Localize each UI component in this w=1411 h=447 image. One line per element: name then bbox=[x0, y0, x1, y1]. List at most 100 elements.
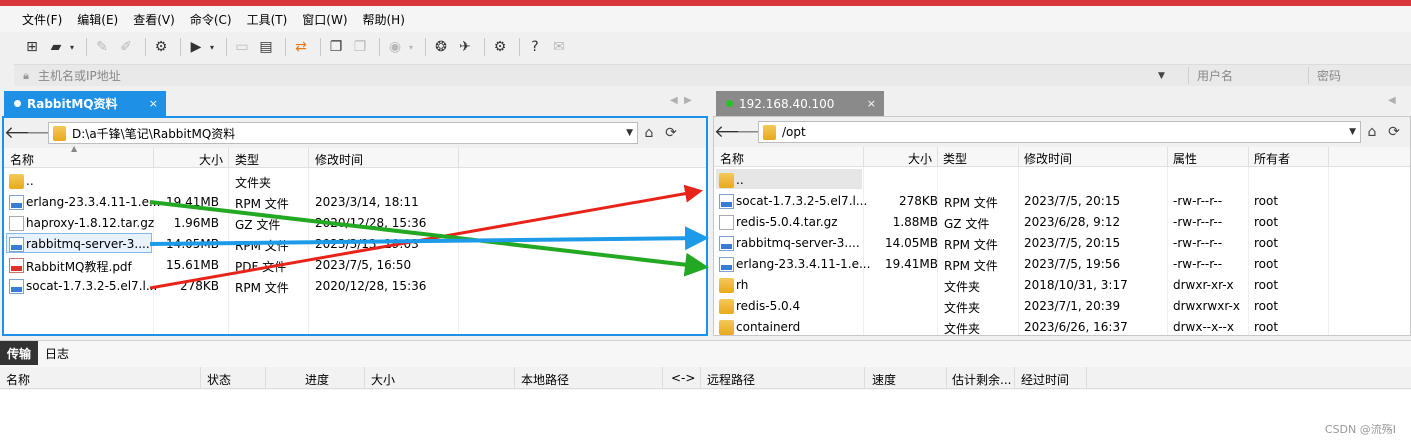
clipboard-icon[interactable]: ❐ bbox=[326, 37, 346, 57]
transfer-col-remote-path[interactable]: 远程路径 bbox=[707, 371, 755, 388]
chevron-down-icon[interactable]: ▾ bbox=[406, 37, 416, 57]
terminal-icon[interactable]: ▶ bbox=[186, 37, 206, 57]
transfer-col-speed[interactable]: 速度 bbox=[872, 371, 896, 388]
gear-icon[interactable]: ⚙ bbox=[490, 37, 510, 57]
transfer-col-elapsed[interactable]: 经过时间 bbox=[1021, 371, 1069, 388]
transfer-col-direction[interactable]: <-> bbox=[671, 371, 695, 385]
cell-type: RPM 文件 bbox=[235, 197, 289, 211]
cell-size: 14.05MB bbox=[166, 237, 219, 251]
xftp-icon[interactable]: ✈ bbox=[455, 37, 475, 57]
menu-window[interactable]: 窗口(W) bbox=[302, 11, 347, 28]
password-input[interactable]: 密码 bbox=[1308, 67, 1408, 84]
menu-view[interactable]: 查看(V) bbox=[133, 11, 175, 28]
tab-nav-arrows[interactable]: ◀ bbox=[1388, 95, 1396, 106]
chevron-down-icon[interactable]: ▾ bbox=[207, 37, 217, 57]
clipboard-dim-icon[interactable]: ❐ bbox=[350, 37, 370, 57]
parent-folder-icon[interactable]: ⌂ bbox=[1361, 124, 1383, 140]
menu-help[interactable]: 帮助(H) bbox=[363, 11, 405, 28]
column-size[interactable]: 大小 bbox=[199, 151, 223, 168]
transfer-col-size[interactable]: 大小 bbox=[371, 371, 395, 388]
cell-attr: drwx--x--x bbox=[1173, 320, 1234, 334]
file-row[interactable]: rh 文件夹 2018/10/31, 3:17 drwxr-xr-x root bbox=[714, 274, 1410, 295]
close-icon[interactable]: × bbox=[867, 97, 876, 110]
column-type[interactable]: 类型 bbox=[943, 150, 967, 167]
column-type[interactable]: 类型 bbox=[235, 151, 259, 168]
help-icon[interactable]: ? bbox=[525, 37, 545, 57]
column-name[interactable]: 名称 bbox=[720, 150, 744, 167]
refresh-icon[interactable]: ⟳ bbox=[1383, 124, 1405, 140]
tab-log[interactable]: 日志 bbox=[38, 341, 76, 365]
column-divider bbox=[458, 148, 459, 168]
file-row[interactable]: .. 文件夹 bbox=[4, 170, 706, 191]
column-size[interactable]: 大小 bbox=[908, 150, 932, 167]
cell-name: rabbitmq-server-3.... bbox=[26, 237, 150, 251]
forward-arrow-icon[interactable]: 🡒 bbox=[26, 123, 72, 143]
transfer-col-progress[interactable]: 进度 bbox=[305, 371, 329, 388]
column-divider bbox=[514, 367, 515, 389]
cell-name: socat-1.7.3.2-5.el7.l... bbox=[736, 194, 868, 208]
host-input[interactable]: 主机名或IP地址 bbox=[38, 67, 1158, 84]
transfer-col-name[interactable]: 名称 bbox=[6, 371, 30, 388]
username-input[interactable]: 用户名 bbox=[1188, 67, 1308, 84]
chevron-down-icon[interactable]: ▼ bbox=[626, 128, 633, 138]
file-row[interactable]: erlang-23.3.4.11-1.e... 19.41MB RPM 文件 2023… bbox=[714, 253, 1410, 274]
column-name[interactable]: 名称 bbox=[10, 151, 34, 168]
parent-folder-icon[interactable]: ⌂ bbox=[638, 125, 660, 141]
menu-command[interactable]: 命令(C) bbox=[190, 11, 232, 28]
file-row[interactable]: containerd 文件夹 2023/6/26, 16:37 drwx--x--x r… bbox=[714, 316, 1410, 337]
forward-arrow-icon[interactable]: 🡒 bbox=[736, 122, 782, 142]
open-folder-icon[interactable]: ▰ bbox=[46, 37, 66, 57]
transfer-col-local-path[interactable]: 本地路径 bbox=[521, 371, 569, 388]
chevron-down-icon[interactable]: ▾ bbox=[67, 37, 77, 57]
xshell-icon[interactable]: ❂ bbox=[431, 37, 451, 57]
cell-type: 文件夹 bbox=[235, 176, 272, 190]
toolbar-separator bbox=[285, 38, 286, 56]
new-session-icon[interactable]: ⊞ bbox=[22, 37, 42, 57]
menu-tools[interactable]: 工具(T) bbox=[247, 11, 288, 28]
session-settings-icon[interactable]: ⚙ bbox=[151, 37, 171, 57]
cell-type: GZ 文件 bbox=[944, 217, 990, 231]
close-icon[interactable]: × bbox=[149, 97, 158, 110]
disconnect-icon[interactable]: ✎ bbox=[92, 37, 112, 57]
remote-path-input[interactable]: /opt ▼ bbox=[758, 121, 1361, 143]
file-row[interactable]: RabbitMQ教程.pdf 15.61MB PDF 文件 2023/7/5, 16:… bbox=[4, 254, 706, 275]
file-row[interactable]: rabbitmq-server-3.... 14.05MB RPM 文件 2023/7… bbox=[714, 232, 1410, 253]
reconnect-icon[interactable]: ✐ bbox=[116, 37, 136, 57]
column-mtime[interactable]: 修改时间 bbox=[1024, 150, 1072, 167]
column-mtime[interactable]: 修改时间 bbox=[315, 151, 363, 168]
refresh-icon[interactable]: ⟳ bbox=[660, 125, 682, 141]
file-row[interactable]: redis-5.0.4.tar.gz 1.88MB GZ 文件 2023/6/28, … bbox=[714, 211, 1410, 232]
chat-icon[interactable]: ✉ bbox=[549, 37, 569, 57]
transfer-col-remaining[interactable]: 估计剩余... bbox=[952, 371, 1012, 388]
back-arrow-icon[interactable]: 🡐 bbox=[4, 123, 50, 143]
globe-icon[interactable]: ◉ bbox=[385, 37, 405, 57]
file-row[interactable]: redis-5.0.4 文件夹 2023/7/1, 20:39 drwxrwxr-x r… bbox=[714, 295, 1410, 316]
back-arrow-icon[interactable]: 🡐 bbox=[714, 122, 760, 142]
file-row[interactable]: erlang-23.3.4.11-1.e... 19.41MB RPM 文件 2023… bbox=[4, 191, 706, 212]
copy-file-icon[interactable]: ▭ bbox=[232, 37, 252, 57]
file-row[interactable]: socat-1.7.3.2-5.el7.l... 278KB RPM 文件 2020/… bbox=[4, 275, 706, 296]
local-column-header: 名称 ▲ 大小 类型 修改时间 bbox=[4, 144, 706, 168]
paste-file-icon[interactable]: ▤ bbox=[256, 37, 276, 57]
transfer-icon[interactable]: ⇄ bbox=[291, 37, 311, 57]
column-owner[interactable]: 所有者 bbox=[1254, 150, 1290, 167]
local-path-text: D:\a千锋\笔记\RabbitMQ资料 bbox=[72, 126, 236, 141]
transfer-col-status[interactable]: 状态 bbox=[207, 371, 231, 388]
chevron-down-icon[interactable]: ▼ bbox=[1349, 127, 1356, 137]
watermark: CSDN @流殇I bbox=[1324, 423, 1396, 436]
local-path-input[interactable]: D:\a千锋\笔记\RabbitMQ资料 ▼ bbox=[48, 122, 638, 144]
menu-file[interactable]: 文件(F) bbox=[22, 11, 62, 28]
tab-transfer[interactable]: 传输 bbox=[0, 341, 39, 365]
file-row[interactable]: haproxy-1.8.12.tar.gz 1.96MB GZ 文件 2020/12/… bbox=[4, 212, 706, 233]
host-dropdown-icon[interactable]: ▼ bbox=[1158, 71, 1188, 81]
menu-edit[interactable]: 编辑(E) bbox=[77, 11, 118, 28]
file-row[interactable]: socat-1.7.3.2-5.el7.l... 278KB RPM 文件 2023/… bbox=[714, 190, 1410, 211]
column-attributes[interactable]: 属性 bbox=[1173, 150, 1197, 167]
file-row[interactable]: rabbitmq-server-3.... 14.05MB RPM 文件 2023/3… bbox=[4, 233, 706, 254]
tab-remote[interactable]: 192.168.40.100 × bbox=[716, 91, 884, 116]
tab-local[interactable]: RabbitMQ资料 × bbox=[4, 91, 166, 116]
tab-nav-arrows[interactable]: ◀ ▶ bbox=[670, 95, 692, 106]
rpm-file-icon bbox=[9, 237, 24, 252]
file-row[interactable]: .. bbox=[714, 169, 1410, 190]
transfer-column-header: 名称 状态 进度 大小 本地路径 <-> 远程路径 速度 估计剩余... 经过时… bbox=[0, 367, 1411, 389]
